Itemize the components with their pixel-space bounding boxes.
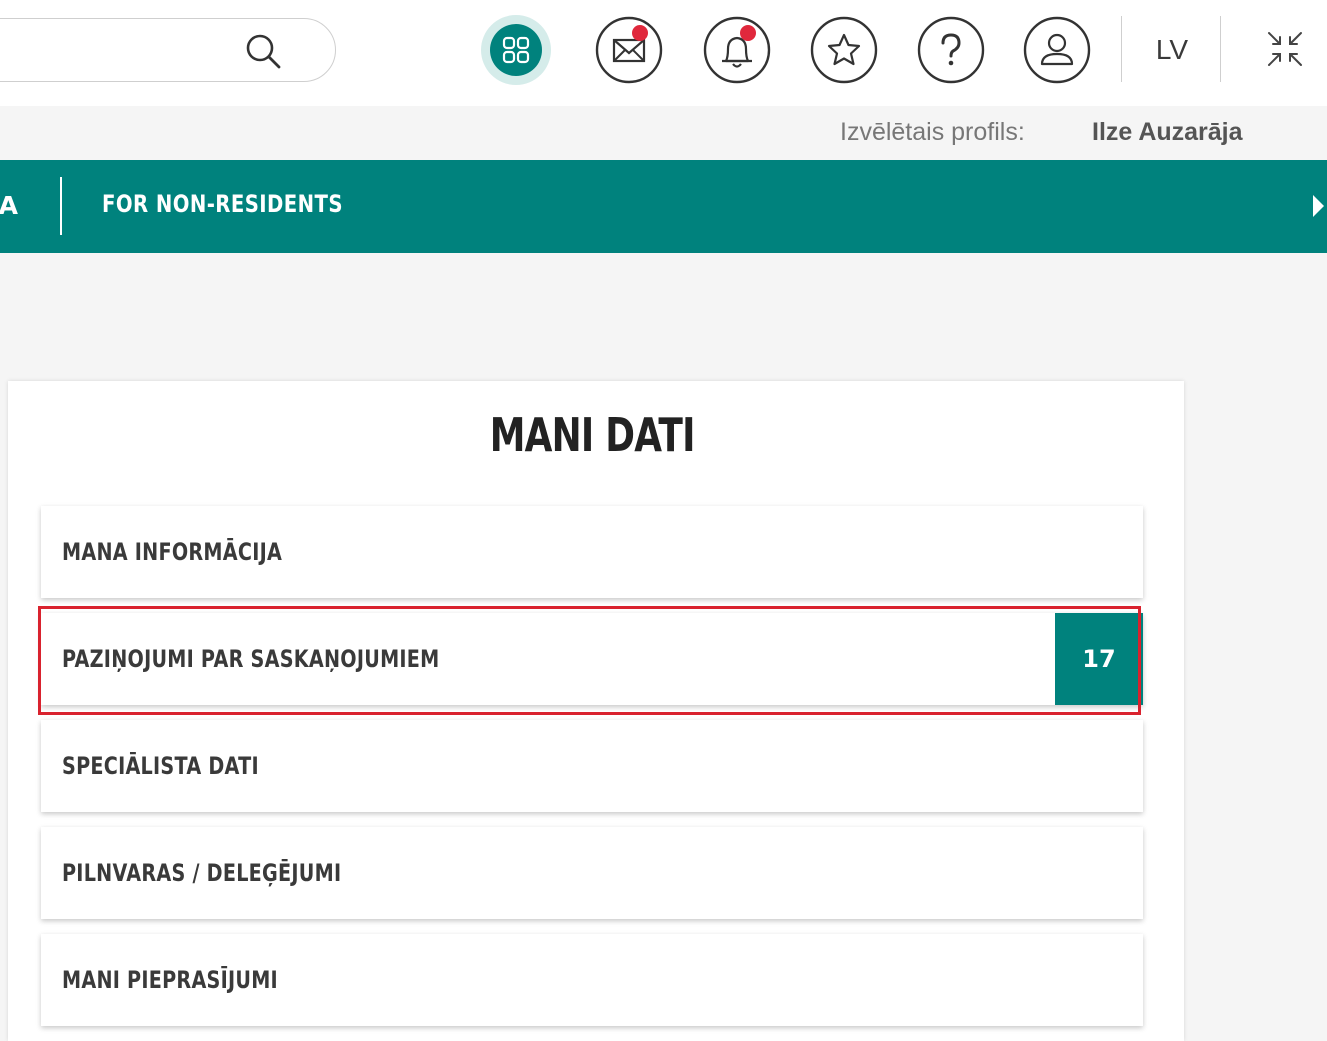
menu-item-specialist-data[interactable]: SPECIĀLISTA DATI	[41, 720, 1143, 812]
star-icon	[810, 16, 878, 84]
profile-label: Izvēlētais profils:	[840, 118, 1025, 146]
menu-item-label: PAZIŅOJUMI PAR SASKAŅOJUMIEM	[62, 645, 440, 673]
mail-icon	[595, 16, 663, 84]
notification-dot	[632, 25, 648, 41]
search-input[interactable]	[11, 29, 235, 73]
help-button[interactable]	[916, 15, 986, 85]
menu-item-label: MANI PIEPRASĪJUMI	[62, 966, 278, 994]
nav-item-truncated[interactable]: A	[0, 191, 18, 220]
count-badge: 17	[1055, 613, 1143, 705]
search-box[interactable]	[0, 18, 336, 82]
header-divider	[1220, 16, 1221, 82]
favorites-button[interactable]	[809, 15, 879, 85]
menu-item-authorizations[interactable]: PILNVARAS / DELEĢĒJUMI	[41, 827, 1143, 919]
profile-button[interactable]	[1022, 15, 1092, 85]
apps-grid-button[interactable]	[481, 15, 551, 85]
help-icon	[917, 16, 985, 84]
nav-scroll-right-icon[interactable]	[1313, 195, 1324, 217]
language-switch[interactable]: LV	[1134, 30, 1210, 70]
selected-profile-bar: Izvēlētais profils: Ilze Auzarāja	[0, 106, 1327, 160]
menu-item-my-information[interactable]: MANA INFORMĀCIJA	[41, 506, 1143, 598]
notifications-button[interactable]	[702, 15, 772, 85]
header-divider	[1121, 16, 1122, 82]
user-icon	[1023, 16, 1091, 84]
main-navigation: A FOR NON-RESIDENTS	[0, 160, 1327, 253]
menu-item-label: MANA INFORMĀCIJA	[62, 538, 283, 566]
collapse-icon[interactable]	[1262, 26, 1308, 72]
apps-grid-icon	[481, 15, 551, 85]
menu-item-my-requests[interactable]: MANI PIEPRASĪJUMI	[41, 934, 1143, 1026]
menu-item-approval-notices[interactable]: PAZIŅOJUMI PAR SASKAŅOJUMIEM 17	[41, 613, 1143, 705]
menu-item-label: SPECIĀLISTA DATI	[62, 752, 259, 780]
search-icon[interactable]	[241, 29, 285, 73]
card-title: MANI DATI	[489, 408, 696, 462]
top-header: LV	[0, 0, 1327, 106]
menu-item-label: PILNVARAS / DELEĢĒJUMI	[62, 859, 342, 887]
messages-button[interactable]	[594, 15, 664, 85]
notification-dot	[740, 25, 756, 41]
nav-item-for-non-residents[interactable]: FOR NON-RESIDENTS	[102, 190, 343, 218]
bell-icon	[703, 16, 771, 84]
nav-divider	[60, 177, 62, 235]
profile-name[interactable]: Ilze Auzarāja	[1092, 118, 1243, 147]
